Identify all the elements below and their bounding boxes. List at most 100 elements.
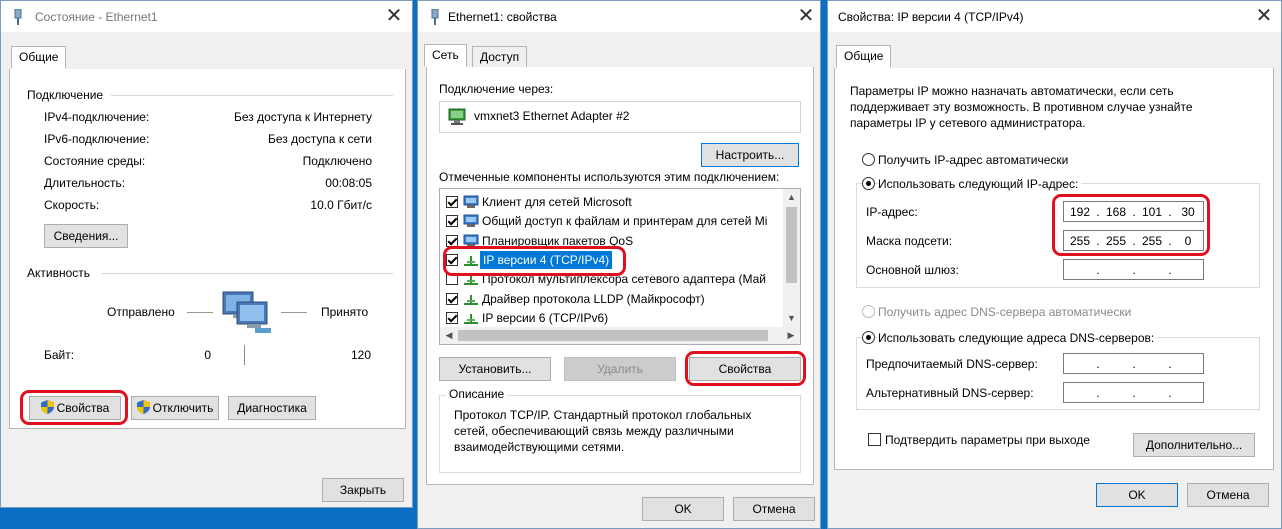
connect-using-label: Подключение через: bbox=[439, 82, 554, 96]
component-checkbox[interactable] bbox=[446, 215, 458, 228]
component-checkbox[interactable] bbox=[446, 292, 458, 305]
adapter-name: vmxnet3 Ethernet Adapter #2 bbox=[474, 109, 630, 123]
component-label: Драйвер протокола LLDP (Майкрософт) bbox=[482, 291, 705, 306]
alternate-dns-label: Альтернативный DNS-сервер: bbox=[866, 386, 1034, 400]
component-label: Протокол мультиплексора сетевого адаптер… bbox=[482, 272, 766, 287]
ok-button[interactable]: OK bbox=[1096, 483, 1178, 507]
tab-network[interactable]: Сеть bbox=[424, 44, 467, 67]
detail-value: 00:08:05 bbox=[325, 176, 372, 190]
bytes-sent-value: 0 bbox=[204, 348, 211, 362]
close-button[interactable]: Закрыть bbox=[322, 478, 404, 502]
network-connection-icon bbox=[431, 9, 439, 25]
component-checkbox[interactable] bbox=[446, 253, 458, 266]
protocol-icon bbox=[464, 294, 478, 305]
network-client-icon bbox=[463, 195, 479, 208]
diagnose-button[interactable]: Диагностика bbox=[228, 396, 316, 420]
components-list[interactable]: Клиент для сетей Microsoft Общий доступ к… bbox=[439, 188, 801, 345]
advanced-button[interactable]: Дополнительно... bbox=[1133, 433, 1255, 457]
component-checkbox[interactable] bbox=[446, 196, 458, 208]
tab-sharing[interactable]: Доступ bbox=[472, 46, 528, 68]
scroll-up-icon[interactable]: ▲ bbox=[785, 190, 798, 204]
configure-button[interactable]: Настроить... bbox=[701, 143, 799, 167]
components-label: Отмеченные компоненты используются этим … bbox=[439, 170, 780, 184]
vertical-scrollbar[interactable]: ▲ ▼ bbox=[783, 189, 800, 327]
detail-value: Без доступа к Интернету bbox=[233, 110, 372, 124]
ipv4-titlebar[interactable]: Свойства: IP версии 4 (TCP/IPv4) ✕ bbox=[828, 1, 1281, 32]
detail-label: Длительность: bbox=[44, 176, 126, 190]
auto-dns-radio bbox=[862, 305, 875, 318]
component-checkbox[interactable] bbox=[446, 234, 458, 247]
detail-value: Подключено bbox=[302, 154, 372, 168]
received-label: Принято bbox=[321, 305, 369, 319]
gateway-input[interactable]: ... bbox=[1063, 259, 1204, 280]
status-titlebar[interactable]: Состояние - Ethernet1 ✕ bbox=[1, 1, 412, 32]
cancel-button[interactable]: Отмена bbox=[1187, 483, 1269, 507]
component-label: Планировщик пакетов QoS bbox=[482, 233, 634, 248]
validate-label[interactable]: Подтвердить параметры при выходе bbox=[885, 433, 1090, 447]
close-icon[interactable]: ✕ bbox=[381, 5, 407, 29]
section-activity: Активность bbox=[27, 266, 91, 280]
preferred-dns-input[interactable]: ... bbox=[1063, 353, 1204, 374]
gateway-label: Основной шлюз: bbox=[866, 263, 959, 277]
detail-label: IPv6-подключение: bbox=[44, 132, 150, 146]
network-activity-icon bbox=[222, 291, 271, 333]
uac-shield-icon bbox=[40, 400, 54, 414]
subnet-mask-label: Маска подсети: bbox=[866, 234, 953, 248]
protocol-icon bbox=[464, 313, 478, 324]
alternate-dns-input[interactable]: ... bbox=[1063, 382, 1204, 403]
scroll-left-icon[interactable]: ◀ bbox=[443, 328, 455, 342]
manual-dns-label[interactable]: Использовать следующие адреса DNS-сервер… bbox=[878, 331, 1158, 345]
detail-value: Без доступа к сети bbox=[268, 132, 372, 146]
disable-button[interactable]: Отключить bbox=[131, 396, 219, 420]
adapter-box: vmxnet3 Ethernet Adapter #2 bbox=[439, 101, 801, 133]
description-text: Протокол TCP/IP. Стандартный протокол гл… bbox=[454, 408, 752, 454]
auto-ip-label[interactable]: Получить IP-адрес автоматически bbox=[878, 153, 1068, 167]
component-label: Клиент для сетей Microsoft bbox=[482, 195, 632, 209]
sent-label: Отправлено bbox=[107, 305, 175, 319]
uninstall-button: Удалить bbox=[564, 357, 676, 381]
ok-button[interactable]: OK bbox=[642, 497, 724, 521]
window-title: Состояние - Ethernet1 bbox=[35, 10, 158, 24]
divider bbox=[111, 95, 393, 96]
scroll-down-icon[interactable]: ▼ bbox=[785, 311, 798, 325]
details-button[interactable]: Сведения... bbox=[44, 224, 128, 248]
section-connection: Подключение bbox=[27, 88, 104, 102]
protocol-icon bbox=[464, 255, 478, 266]
auto-ip-radio[interactable] bbox=[862, 153, 875, 166]
received-line bbox=[281, 312, 307, 313]
ip-address-input[interactable]: 192 . 168 . 101 . 30 bbox=[1063, 201, 1204, 222]
auto-dns-label: Получить адрес DNS-сервера автоматически bbox=[878, 305, 1132, 319]
close-icon[interactable]: ✕ bbox=[1251, 5, 1277, 29]
manual-ip-radio[interactable] bbox=[862, 177, 875, 190]
ethernet-properties-window: Ethernet1: свойства ✕ Сеть Доступ Подклю… bbox=[417, 0, 821, 529]
horizontal-scrollbar[interactable]: ◀ ▶ bbox=[440, 327, 800, 344]
props-titlebar[interactable]: Ethernet1: свойства ✕ bbox=[418, 1, 820, 32]
scroll-thumb[interactable] bbox=[458, 330, 768, 341]
component-label: IP версии 6 (TCP/IPv6) bbox=[482, 310, 609, 325]
close-icon[interactable]: ✕ bbox=[793, 5, 819, 29]
scroll-right-icon[interactable]: ▶ bbox=[785, 328, 797, 342]
cancel-button[interactable]: Отмена bbox=[733, 497, 815, 521]
window-title: Свойства: IP версии 4 (TCP/IPv4) bbox=[838, 10, 1024, 24]
validate-checkbox[interactable] bbox=[868, 433, 881, 446]
tab-general[interactable]: Общие bbox=[11, 46, 67, 69]
detail-label: Состояние среды: bbox=[44, 154, 146, 168]
component-checkbox[interactable] bbox=[446, 311, 458, 324]
bytes-separator bbox=[244, 345, 245, 365]
subnet-mask-input[interactable]: 255 . 255 . 255 . 0 bbox=[1063, 230, 1204, 251]
status-properties-button[interactable]: Свойства bbox=[29, 396, 121, 420]
tab-general[interactable]: Общие bbox=[836, 45, 892, 68]
scroll-thumb[interactable] bbox=[786, 207, 797, 283]
description-label: Описание bbox=[446, 387, 508, 401]
bytes-label: Байт: bbox=[44, 348, 75, 362]
manual-ip-label[interactable]: Использовать следующий IP-адрес: bbox=[878, 177, 1082, 191]
bytes-received-value: 120 bbox=[350, 348, 371, 362]
component-properties-button[interactable]: Свойства bbox=[689, 357, 801, 381]
network-service-icon bbox=[463, 234, 479, 247]
network-adapter-icon bbox=[448, 108, 466, 125]
manual-dns-radio[interactable] bbox=[862, 331, 875, 344]
install-button[interactable]: Установить... bbox=[439, 357, 551, 381]
network-connection-icon bbox=[14, 9, 22, 25]
detail-value: 10.0 Гбит/с bbox=[310, 198, 372, 212]
component-checkbox[interactable] bbox=[446, 273, 458, 286]
